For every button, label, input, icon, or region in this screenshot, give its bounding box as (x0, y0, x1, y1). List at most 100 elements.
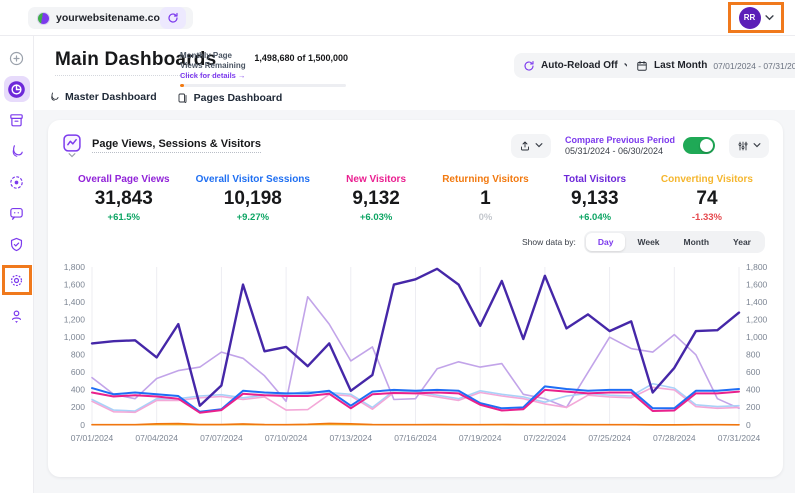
metric-value: 1 (442, 188, 529, 210)
svg-text:1,000: 1,000 (746, 332, 768, 342)
sidebar-item-master-dashboard[interactable] (4, 138, 30, 164)
metrics-row: Overall Page Views 31,843 +61.5% Overall… (48, 162, 783, 227)
chevron-down-icon[interactable] (765, 15, 774, 21)
compare-label: Compare Previous Period (565, 135, 675, 145)
card-icon-dropdown[interactable] (62, 133, 82, 158)
chat-icon (8, 205, 25, 222)
period-option-week[interactable]: Week (625, 233, 671, 251)
svg-text:07/01/2024: 07/01/2024 (71, 433, 114, 443)
svg-text:600: 600 (746, 367, 760, 377)
chevron-down-icon (753, 143, 761, 148)
svg-text:07/25/2024: 07/25/2024 (588, 433, 631, 443)
auto-reload-icon (523, 60, 535, 72)
metric-change: +9.27% (196, 212, 310, 223)
sidebar-item-profile[interactable] (4, 302, 30, 328)
site-refresh-button[interactable] (160, 7, 186, 29)
svg-text:800: 800 (71, 350, 85, 360)
metric-total-visitors: Total Visitors 9,133 +6.04% (555, 174, 635, 223)
export-icon (519, 140, 531, 152)
svg-text:1,400: 1,400 (746, 297, 768, 307)
sidebar-item-archive[interactable] (4, 107, 30, 133)
metric-value: 9,132 (336, 188, 416, 210)
metric-label: Returning Visitors (442, 174, 529, 185)
svg-text:1,200: 1,200 (64, 315, 86, 325)
svg-text:07/31/2024: 07/31/2024 (718, 433, 761, 443)
metric-value: 10,198 (196, 188, 310, 210)
annotation-box-settings (2, 265, 32, 295)
metric-label: Overall Page Views (78, 174, 170, 185)
refresh-icon (167, 12, 179, 24)
sidebar-item-goals[interactable] (4, 169, 30, 195)
content-area: Page Views, Sessions & Visitors Compare … (34, 110, 795, 493)
line-chart-svg: 002002004004006006008008001,0001,0001,20… (56, 257, 775, 453)
svg-text:1,400: 1,400 (64, 297, 86, 307)
svg-text:07/16/2024: 07/16/2024 (394, 433, 437, 443)
metric-converting-visitors: Converting Visitors 74 -1.33% (661, 174, 753, 223)
sidebar-item-dashboards[interactable] (4, 76, 30, 102)
card-title: Page Views, Sessions & Visitors (92, 138, 261, 153)
metric-change: -1.33% (661, 212, 753, 223)
metric-value: 31,843 (78, 188, 170, 210)
metric-value: 74 (661, 188, 753, 210)
columns-button[interactable] (729, 134, 769, 158)
svg-text:1,600: 1,600 (746, 279, 768, 289)
chevron-down-icon (68, 153, 76, 158)
metric-change: +6.04% (555, 212, 635, 223)
sidebar-item-messages[interactable] (4, 200, 30, 226)
period-segmented-control: Day Week Month Year (584, 231, 765, 253)
tab-master-dashboard[interactable]: Master Dashboard (48, 91, 157, 112)
metric-overall-visitor-sessions: Overall Visitor Sessions 10,198 +9.27% (196, 174, 310, 223)
person-pin-icon (8, 307, 25, 324)
svg-text:1,800: 1,800 (64, 262, 86, 272)
shield-check-icon (8, 236, 25, 253)
metric-label: New Visitors (336, 174, 416, 185)
tab-label: Pages Dashboard (194, 92, 283, 104)
quota-progress-fill (180, 84, 184, 87)
export-button[interactable] (511, 134, 551, 158)
compare-previous-period: Compare Previous Period 05/31/2024 - 06/… (565, 135, 715, 156)
period-option-month[interactable]: Month (672, 233, 722, 251)
annotation-box-avatar: RR (728, 2, 784, 33)
svg-text:800: 800 (746, 350, 760, 360)
metric-label: Converting Visitors (661, 174, 753, 185)
sidebar-item-settings[interactable] (5, 267, 29, 293)
svg-text:07/07/2024: 07/07/2024 (200, 433, 243, 443)
top-bar: yourwebsitename.com RR (0, 0, 795, 36)
svg-text:1,800: 1,800 (746, 262, 768, 272)
svg-text:07/10/2024: 07/10/2024 (265, 433, 308, 443)
date-preset-label: Last Month (654, 60, 707, 71)
period-option-year[interactable]: Year (721, 233, 763, 251)
metric-overall-page-views: Overall Page Views 31,843 +61.5% (78, 174, 170, 223)
svg-text:400: 400 (746, 385, 760, 395)
metric-value: 9,133 (555, 188, 635, 210)
svg-text:1,000: 1,000 (64, 332, 86, 342)
site-name: yourwebsitename.com (56, 12, 169, 24)
date-range-picker[interactable]: Last Month 07/01/2024 - 07/31/2024 (627, 53, 795, 78)
svg-text:200: 200 (746, 402, 760, 412)
hook-icon (48, 91, 60, 103)
tab-pages-dashboard[interactable]: Pages Dashboard (177, 91, 283, 112)
svg-text:07/04/2024: 07/04/2024 (135, 433, 178, 443)
page-views-card: Page Views, Sessions & Visitors Compare … (48, 120, 783, 477)
quota-details-link[interactable]: Click for details → (180, 71, 247, 80)
auto-reload-dropdown[interactable]: Auto-Reload Off (514, 53, 642, 78)
calendar-icon (636, 60, 648, 72)
main-area: Main Dashboards Monthly Page Views Remai… (34, 36, 795, 493)
quota-progress-bar (180, 84, 346, 87)
quota-value: 1,498,680 of 1,500,000 (254, 53, 348, 63)
show-data-by: Show data by: Day Week Month Year (48, 227, 783, 255)
svg-text:0: 0 (746, 420, 751, 430)
settings-gear-icon (8, 272, 25, 289)
hook-icon (8, 143, 25, 160)
period-option-day[interactable]: Day (586, 233, 626, 251)
svg-text:07/22/2024: 07/22/2024 (524, 433, 567, 443)
compare-toggle[interactable] (683, 137, 715, 154)
sidebar-item-security[interactable] (4, 231, 30, 257)
svg-text:07/13/2024: 07/13/2024 (330, 433, 373, 443)
archive-icon (8, 112, 25, 129)
dashboard-tabs: Master Dashboard Pages Dashboard (48, 91, 282, 112)
svg-text:07/28/2024: 07/28/2024 (653, 433, 696, 443)
user-avatar[interactable]: RR (739, 7, 761, 29)
sidebar-item-add[interactable] (4, 45, 30, 71)
metric-change: 0% (442, 212, 529, 223)
